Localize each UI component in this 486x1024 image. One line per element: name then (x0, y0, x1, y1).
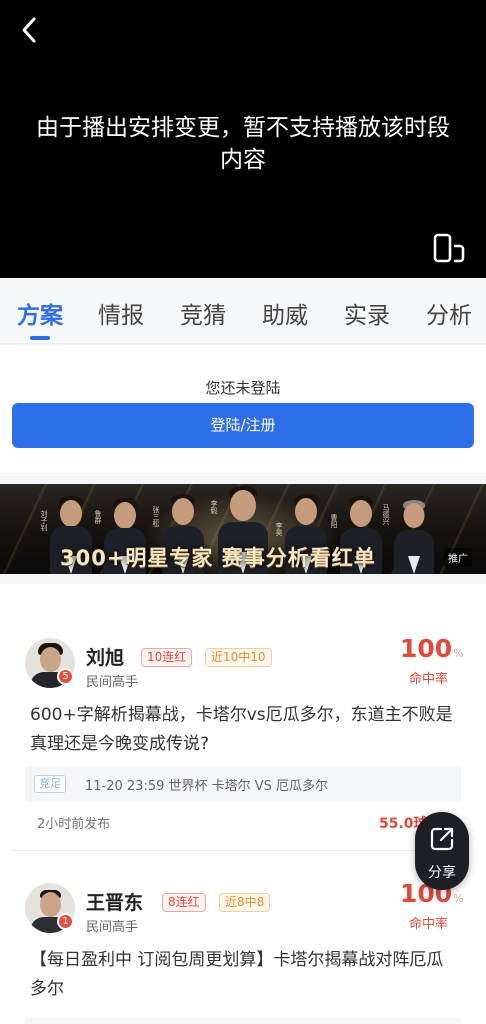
expert-name[interactable]: 王晋东 (86, 888, 143, 915)
match-info-bar[interactable]: 竞足 11-20 23:59 世界杯 卡塔尔 VS 厄瓜多尔 (25, 766, 461, 802)
tab-bar: 方案 情报 竞猜 助威 实录 分析 (0, 278, 486, 344)
tab-cheer[interactable]: 助威 (262, 296, 308, 330)
share-button[interactable]: 分享 (415, 812, 469, 890)
tab-scheme[interactable]: 方案 (17, 296, 63, 330)
share-label: 分享 (428, 865, 456, 881)
video-unavailable-message: 由于播出安排变更，暂不支持播放该时段内容 (36, 115, 450, 173)
expert-title: 民间高手 (86, 675, 139, 690)
record-tag: 近8中8 (219, 893, 271, 912)
match-info: 11-20 23:59 世界杯 卡塔尔 VS 厄瓜多尔 (85, 779, 329, 794)
record-tag: 近10中10 (205, 648, 272, 667)
video-player[interactable]: 由于播出安排变更，暂不支持播放该时段内容 (0, 0, 486, 278)
scheme-title[interactable]: 【每日盈利中 订阅包周更划算】卡塔尔揭幕战对阵厄瓜多尔 (30, 946, 460, 1004)
tab-intel[interactable]: 情报 (98, 296, 144, 330)
scheme-title[interactable]: 600+字解析揭幕战，卡塔尔vs厄瓜多尔，东道主不败是真理还是今晚变成传说? (30, 701, 460, 759)
screen-rotate-icon (433, 233, 465, 263)
active-tab-indicator (30, 336, 50, 340)
share-icon (430, 827, 454, 851)
login-panel: 您还未登陆 登陆/注册 (0, 345, 486, 473)
login-prompt: 您还未登陆 (205, 379, 281, 397)
back-button[interactable] (14, 14, 46, 46)
login-register-button[interactable]: 登陆/注册 (12, 403, 474, 448)
level-badge: 1 (57, 913, 74, 930)
chevron-left-icon (22, 17, 36, 43)
hit-rate-label: 命中率 (409, 917, 449, 932)
expert-title: 民间高手 (86, 920, 139, 935)
card-divider (12, 850, 462, 851)
publish-time: 2小时前发布 (37, 817, 111, 832)
hit-rate: 100% (400, 634, 464, 663)
scheme-feed: 5 刘旭 10连红 近10中10 民间高手 100% 命中率 600+字解析揭幕… (0, 584, 486, 1024)
tab-live-record[interactable]: 实录 (344, 296, 390, 330)
screen-rotate-button[interactable] (432, 232, 466, 264)
match-info-bar[interactable] (25, 1018, 461, 1024)
hit-rate-label: 命中率 (409, 672, 449, 687)
ad-badge: 推广 (444, 548, 472, 567)
promo-banner[interactable]: 刘子钊 鲁群 张三松 李毅 李昊 曹阳 马德兴 300+明星专家 赛事分析看红单… (0, 484, 486, 574)
streak-tag: 8连红 (162, 893, 206, 912)
tab-quiz[interactable]: 竞猜 (180, 296, 226, 330)
level-badge: 5 (57, 668, 74, 685)
tab-analysis[interactable]: 分析 (426, 296, 472, 330)
expert-name[interactable]: 刘旭 (86, 643, 124, 670)
match-type-tag: 竞足 (34, 775, 66, 793)
streak-tag: 10连红 (141, 648, 193, 667)
banner-slogan: 300+明星专家 赛事分析看红单 (60, 546, 376, 570)
